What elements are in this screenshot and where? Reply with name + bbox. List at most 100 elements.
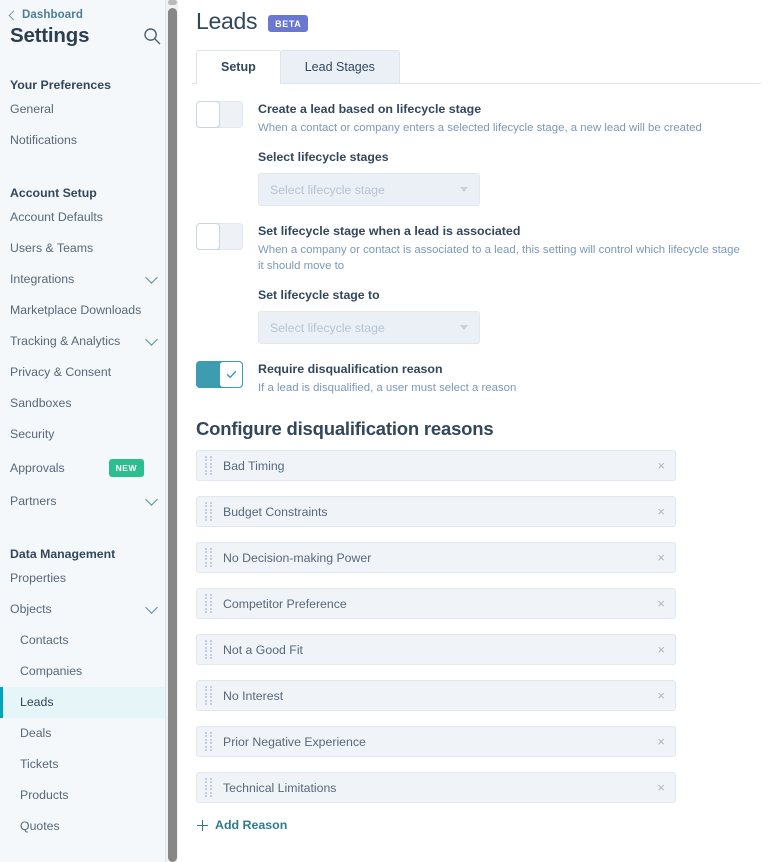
sidebar-scrollbar-thumb[interactable] <box>168 8 177 862</box>
remove-reason-icon[interactable]: × <box>657 505 665 518</box>
sidebar-item-label: Products <box>20 788 69 802</box>
add-reason-button[interactable]: Add Reason <box>197 818 761 832</box>
drag-handle-icon[interactable] <box>204 686 213 705</box>
setting-description: When a contact or company enters a selec… <box>258 122 702 134</box>
plus-icon <box>197 819 208 831</box>
beta-badge: BETA <box>268 15 309 32</box>
reason-row[interactable]: Bad Timing × <box>196 450 676 481</box>
toggle-knob <box>219 361 243 388</box>
chevron-down-icon[interactable] <box>145 333 158 346</box>
sidebar-item-label: Approvals <box>10 460 65 475</box>
drag-handle-icon[interactable] <box>204 778 213 797</box>
new-badge: NEW <box>108 459 144 477</box>
sidebar-item-label: Contacts <box>20 633 69 647</box>
sidebar-title-row: Settings <box>0 21 178 48</box>
sidebar-item-label: Companies <box>20 664 83 678</box>
sidebar-item-security[interactable]: Security <box>0 419 178 450</box>
sidebar-item-integrations[interactable]: Integrations <box>0 264 178 295</box>
sidebar-item-account-defaults[interactable]: Account Defaults <box>0 202 178 233</box>
reason-label: Not a Good Fit <box>223 642 303 657</box>
toggle-switch[interactable] <box>196 101 243 128</box>
sidebar-item-label: Deals <box>20 726 52 740</box>
sidebar-group-title: Data Management <box>10 547 116 561</box>
setting-row: Require disqualification reason If a lead… <box>192 344 761 396</box>
toggle-track <box>196 361 219 388</box>
toggle-knob <box>196 223 220 250</box>
tab-setup[interactable]: Setup <box>196 50 281 84</box>
toggle-switch[interactable] <box>196 361 243 388</box>
drag-handle-icon[interactable] <box>204 502 213 521</box>
remove-reason-icon[interactable]: × <box>657 735 665 748</box>
sidebar-item-users-teams[interactable]: Users & Teams <box>0 233 178 264</box>
sidebar-item-approvals[interactable]: Approvals NEW <box>0 450 178 486</box>
setting-body: Set lifecycle stage when a lead is assoc… <box>243 223 761 344</box>
select-value: Select lifecycle stage <box>270 320 385 335</box>
sidebar-item-quotes[interactable]: Quotes <box>0 811 178 842</box>
sidebar-item-companies[interactable]: Companies <box>0 656 178 687</box>
field-label: Select lifecycle stages <box>258 150 389 164</box>
chevron-down-icon[interactable] <box>145 271 158 284</box>
sidebar-scrollbar-track[interactable] <box>165 0 178 862</box>
reason-row[interactable]: Prior Negative Experience × <box>196 726 676 757</box>
setting-row: Set lifecycle stage when a lead is assoc… <box>192 206 761 344</box>
reason-label: No Interest <box>223 688 284 703</box>
sidebar-item-tracking-analytics[interactable]: Tracking & Analytics <box>0 326 178 357</box>
setting-row: Create a lead based on lifecycle stage Wh… <box>192 84 761 206</box>
sidebar-item-notifications[interactable]: Notifications <box>0 125 178 156</box>
reason-row[interactable]: Technical Limitations × <box>196 772 676 803</box>
lifecycle-stage-select[interactable]: Select lifecycle stage <box>258 311 480 344</box>
sidebar-item-label: Account Defaults <box>10 210 103 224</box>
toggle-switch[interactable] <box>196 223 243 250</box>
remove-reason-icon[interactable]: × <box>657 689 665 702</box>
drag-handle-icon[interactable] <box>204 548 213 567</box>
select-value: Select lifecycle stage <box>270 182 385 197</box>
remove-reason-icon[interactable]: × <box>657 459 665 472</box>
sidebar-item-label: Integrations <box>10 272 75 286</box>
reason-row[interactable]: Not a Good Fit × <box>196 634 676 665</box>
setting-title: Set lifecycle stage when a lead is assoc… <box>258 224 521 238</box>
sidebar-item-objects[interactable]: Objects <box>0 594 178 625</box>
sidebar-item-marketplace-downloads[interactable]: Marketplace Downloads <box>0 295 178 326</box>
setting-body: Require disqualification reason If a lead… <box>243 361 761 396</box>
reason-row[interactable]: No Interest × <box>196 680 676 711</box>
sidebar-item-leads[interactable]: Leads <box>0 687 178 718</box>
remove-reason-icon[interactable]: × <box>657 781 665 794</box>
remove-reason-icon[interactable]: × <box>657 551 665 564</box>
reason-row[interactable]: Competitor Preference × <box>196 588 676 619</box>
back-to-dashboard-link[interactable]: Dashboard <box>8 9 178 21</box>
chevron-down-icon <box>460 187 468 192</box>
reason-row[interactable]: No Decision-making Power × <box>196 542 676 573</box>
chevron-down-icon[interactable] <box>145 601 158 614</box>
drag-handle-icon[interactable] <box>204 732 213 751</box>
sidebar-item-privacy-consent[interactable]: Privacy & Consent <box>0 357 178 388</box>
back-link-label: Dashboard <box>22 9 83 21</box>
sidebar-scrollbar-cap <box>168 0 177 5</box>
reason-label: Prior Negative Experience <box>223 734 366 749</box>
sidebar-item-products[interactable]: Products <box>0 780 178 811</box>
tab-lead-stages[interactable]: Lead Stages <box>279 50 400 83</box>
reason-label: Competitor Preference <box>223 596 347 611</box>
sidebar-item-label: Tickets <box>20 757 59 771</box>
drag-handle-icon[interactable] <box>204 640 213 659</box>
drag-handle-icon[interactable] <box>204 594 213 613</box>
sidebar-item-partners[interactable]: Partners <box>0 486 178 517</box>
sidebar-item-label: Tracking & Analytics <box>10 334 121 348</box>
sidebar-item-sandboxes[interactable]: Sandboxes <box>0 388 178 419</box>
reason-row[interactable]: Budget Constraints × <box>196 496 676 527</box>
remove-reason-icon[interactable]: × <box>657 597 665 610</box>
chevron-left-icon <box>8 10 19 20</box>
sidebar-item-contacts[interactable]: Contacts <box>0 625 178 656</box>
search-icon[interactable] <box>142 26 162 46</box>
sidebar-item-tickets[interactable]: Tickets <box>0 749 178 780</box>
drag-handle-icon[interactable] <box>204 456 213 475</box>
toggle-track <box>220 101 243 128</box>
remove-reason-icon[interactable]: × <box>657 643 665 656</box>
sidebar-item-deals[interactable]: Deals <box>0 718 178 749</box>
lifecycle-stage-select[interactable]: Select lifecycle stage <box>258 173 480 206</box>
chevron-down-icon <box>460 325 468 330</box>
setting-title: Require disqualification reason <box>258 362 443 376</box>
sidebar-item-properties[interactable]: Properties <box>0 563 178 594</box>
settings-list: Create a lead based on lifecycle stage Wh… <box>192 84 761 396</box>
chevron-down-icon[interactable] <box>145 493 158 506</box>
sidebar-item-general[interactable]: General <box>0 94 178 125</box>
